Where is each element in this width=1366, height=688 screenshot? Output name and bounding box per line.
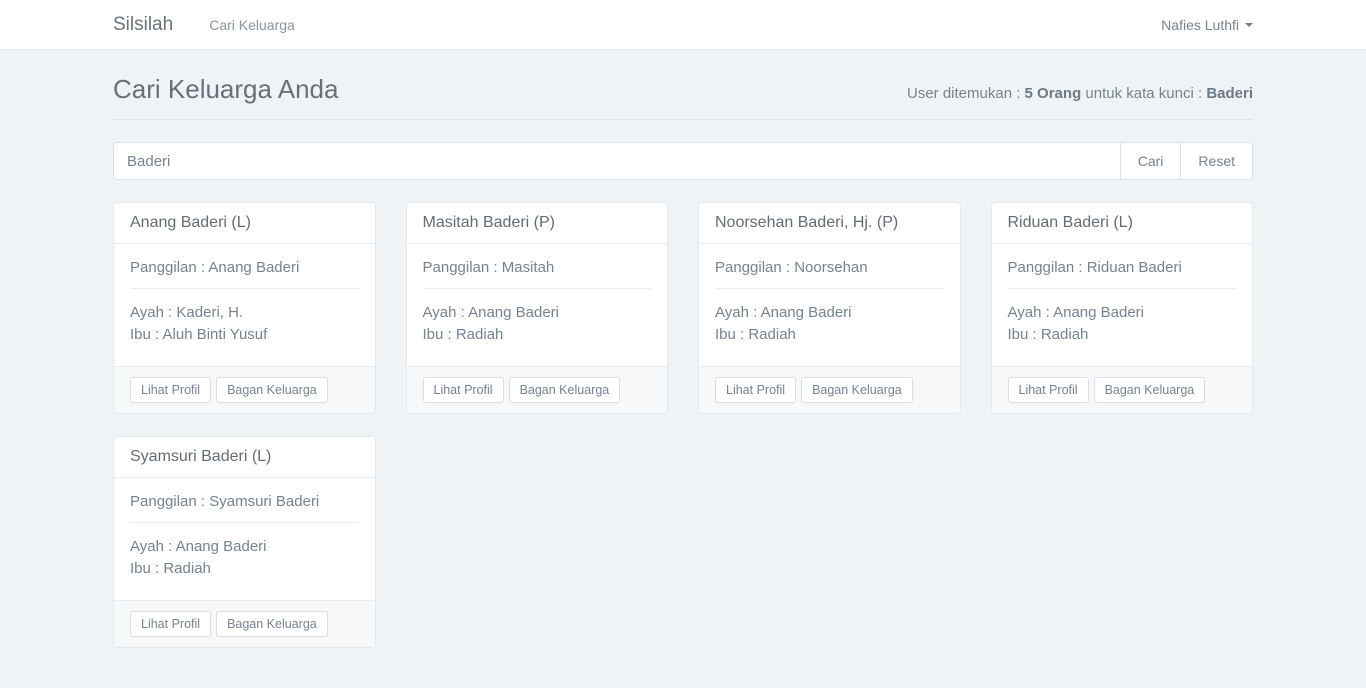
person-card-body: Panggilan : Riduan Baderi Ayah : Anang B… (992, 244, 1253, 366)
person-card-title: Noorsehan Baderi, Hj. (P) (699, 203, 960, 244)
lihat-profil-button[interactable]: Lihat Profil (130, 611, 211, 637)
bagan-keluarga-button[interactable]: Bagan Keluarga (1094, 377, 1206, 403)
card-divider (1008, 288, 1237, 289)
person-card-footer: Lihat Profil Bagan Keluarga (699, 366, 960, 413)
person-mother: Ibu : Radiah (423, 324, 652, 346)
card-divider (423, 288, 652, 289)
person-card-footer: Lihat Profil Bagan Keluarga (114, 600, 375, 647)
lihat-profil-button[interactable]: Lihat Profil (423, 377, 504, 403)
reset-button[interactable]: Reset (1181, 142, 1253, 180)
result-prefix: User ditemukan : (907, 85, 1025, 102)
lihat-profil-button[interactable]: Lihat Profil (130, 377, 211, 403)
person-card-body: Panggilan : Masitah Ayah : Anang Baderi … (407, 244, 668, 366)
bagan-keluarga-button[interactable]: Bagan Keluarga (216, 611, 328, 637)
person-card-body: Panggilan : Syamsuri Baderi Ayah : Anang… (114, 478, 375, 600)
nav-item-cari-keluarga[interactable]: Cari Keluarga (209, 17, 295, 33)
person-mother: Ibu : Radiah (1008, 324, 1237, 346)
bagan-keluarga-button[interactable]: Bagan Keluarga (509, 377, 621, 403)
chevron-down-icon (1245, 23, 1253, 27)
person-card: Anang Baderi (L) Panggilan : Anang Bader… (113, 202, 376, 414)
person-father: Ayah : Kaderi, H. (130, 302, 359, 324)
user-menu-label: Nafies Luthfi (1161, 17, 1239, 33)
person-card-footer: Lihat Profil Bagan Keluarga (407, 366, 668, 413)
person-mother: Ibu : Aluh Binti Yusuf (130, 324, 359, 346)
person-nickname: Panggilan : Noorsehan (715, 259, 944, 276)
card-divider (130, 288, 359, 289)
person-mother: Ibu : Radiah (130, 558, 359, 580)
person-card: Syamsuri Baderi (L) Panggilan : Syamsuri… (113, 436, 376, 648)
navbar: Silsilah Cari Keluarga Nafies Luthfi (0, 0, 1366, 50)
brand-link[interactable]: Silsilah (113, 14, 173, 36)
person-father: Ayah : Anang Baderi (130, 536, 359, 558)
bagan-keluarga-button[interactable]: Bagan Keluarga (216, 377, 328, 403)
person-nickname: Panggilan : Anang Baderi (130, 259, 359, 276)
person-card-footer: Lihat Profil Bagan Keluarga (992, 366, 1253, 413)
person-card: Masitah Baderi (P) Panggilan : Masitah A… (406, 202, 669, 414)
person-card-title: Riduan Baderi (L) (992, 203, 1253, 244)
page-title: Cari Keluarga Anda (113, 74, 338, 105)
person-father: Ayah : Anang Baderi (715, 302, 944, 324)
person-father: Ayah : Anang Baderi (1008, 302, 1237, 324)
search-input[interactable] (113, 142, 1121, 180)
person-card-title: Masitah Baderi (P) (407, 203, 668, 244)
cards-grid: Anang Baderi (L) Panggilan : Anang Bader… (113, 202, 1253, 688)
result-keyword: Baderi (1206, 85, 1253, 102)
person-nickname: Panggilan : Masitah (423, 259, 652, 276)
lihat-profil-button[interactable]: Lihat Profil (1008, 377, 1089, 403)
person-nickname: Panggilan : Syamsuri Baderi (130, 493, 359, 510)
person-card-footer: Lihat Profil Bagan Keluarga (114, 366, 375, 413)
person-card-body: Panggilan : Noorsehan Ayah : Anang Bader… (699, 244, 960, 366)
person-card-body: Panggilan : Anang Baderi Ayah : Kaderi, … (114, 244, 375, 366)
person-nickname: Panggilan : Riduan Baderi (1008, 259, 1237, 276)
person-card: Riduan Baderi (L) Panggilan : Riduan Bad… (991, 202, 1254, 414)
lihat-profil-button[interactable]: Lihat Profil (715, 377, 796, 403)
cari-button[interactable]: Cari (1121, 142, 1182, 180)
user-menu-dropdown[interactable]: Nafies Luthfi (1161, 17, 1253, 33)
person-mother: Ibu : Radiah (715, 324, 944, 346)
result-middle: untuk kata kunci : (1081, 85, 1206, 102)
search-form: Cari Reset (113, 142, 1253, 180)
person-card-title: Syamsuri Baderi (L) (114, 437, 375, 478)
person-card-title: Anang Baderi (L) (114, 203, 375, 244)
search-result-summary: User ditemukan : 5 Orang untuk kata kunc… (907, 85, 1253, 102)
person-card: Noorsehan Baderi, Hj. (P) Panggilan : No… (698, 202, 961, 414)
card-divider (715, 288, 944, 289)
result-count: 5 Orang (1025, 85, 1082, 102)
person-father: Ayah : Anang Baderi (423, 302, 652, 324)
bagan-keluarga-button[interactable]: Bagan Keluarga (801, 377, 913, 403)
page-header: Cari Keluarga Anda User ditemukan : 5 Or… (113, 74, 1253, 120)
card-divider (130, 522, 359, 523)
